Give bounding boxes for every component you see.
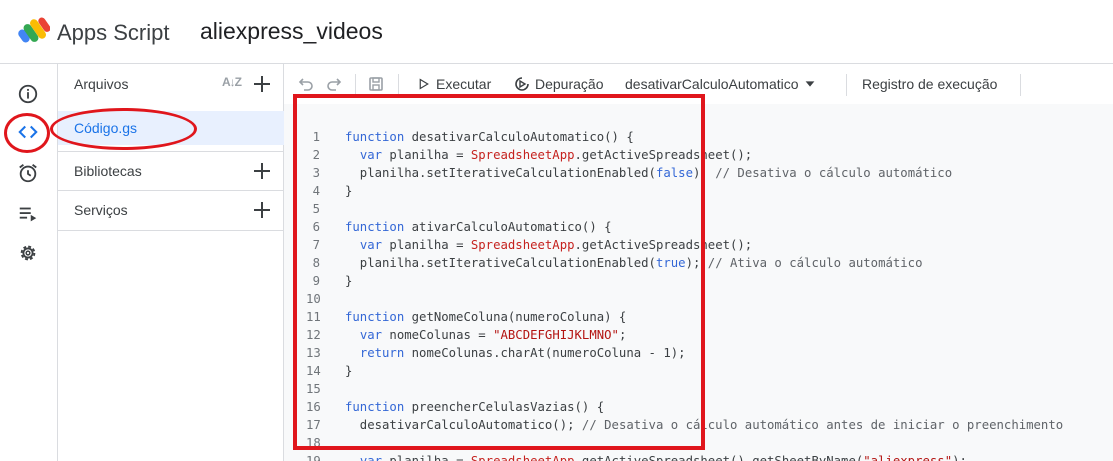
files-label: Arquivos xyxy=(74,76,129,92)
line-number: 18 xyxy=(306,436,321,450)
info-icon[interactable] xyxy=(16,82,40,106)
files-panel: Arquivos A↓Z Código.gs Bibliotecas Servi… xyxy=(58,64,284,461)
line-number: 7 xyxy=(312,238,320,252)
toolbar-divider xyxy=(355,74,356,96)
alarm-clock-icon[interactable] xyxy=(16,161,40,185)
code-text: var planilha = SpreadsheetApp.getActiveS… xyxy=(359,454,967,461)
code-text: var nomeColunas = "ABCDEFGHIJKLMNO"; xyxy=(359,328,627,342)
line-number: 12 xyxy=(306,328,321,342)
play-icon xyxy=(419,78,429,90)
files-header: Arquivos A↓Z xyxy=(58,64,283,104)
code-text: function getNomeColuna(numeroColuna) { xyxy=(345,310,627,324)
debug-label: Depuração xyxy=(535,76,604,92)
run-queue-icon[interactable] xyxy=(16,202,40,226)
save-button[interactable] xyxy=(368,74,384,94)
code-text: function desativarCalculoAutomatico() { xyxy=(345,130,634,144)
left-rail xyxy=(0,64,58,461)
file-item-codigo-gs[interactable]: Código.gs xyxy=(58,111,284,145)
libraries-row: Bibliotecas xyxy=(58,151,283,191)
line-number: 1 xyxy=(312,130,320,144)
function-select[interactable]: desativarCalculoAutomatico xyxy=(625,74,817,94)
debug-button[interactable]: Depuração xyxy=(514,74,604,94)
line-number: 4 xyxy=(312,184,320,198)
caret-down-icon xyxy=(805,81,814,87)
line-number: 13 xyxy=(306,346,321,360)
code-text: var planilha = SpreadsheetApp.getActiveS… xyxy=(359,148,753,162)
line-number: 17 xyxy=(306,418,321,432)
line-number: 10 xyxy=(306,292,321,306)
code-text: function preencherCelulasVazias() { xyxy=(345,400,605,414)
top-bar: Apps Script aliexpress_videos xyxy=(0,0,1113,64)
redo-icon xyxy=(327,78,342,91)
code-text: var planilha = SpreadsheetApp.getActiveS… xyxy=(359,238,753,252)
line-number: 8 xyxy=(312,256,320,270)
code-text: } xyxy=(345,274,353,288)
undo-icon xyxy=(298,78,313,91)
code-text: } xyxy=(345,364,353,378)
execution-log-label: Registro de execução xyxy=(862,76,998,92)
debug-icon xyxy=(515,77,529,91)
settings-gear-icon[interactable] xyxy=(16,241,40,265)
add-library-plus-icon[interactable] xyxy=(251,160,273,182)
line-number: 2 xyxy=(312,148,320,162)
libraries-label: Bibliotecas xyxy=(74,163,142,179)
toolbar-divider xyxy=(398,74,399,96)
toolbar-divider xyxy=(1020,74,1021,96)
line-number: 5 xyxy=(312,202,320,216)
add-file-plus-icon[interactable] xyxy=(251,73,273,95)
code-editor[interactable]: 1 function desativarCalculoAutomatico() {… xyxy=(284,104,1113,461)
run-label: Executar xyxy=(436,76,492,92)
project-name[interactable]: aliexpress_videos xyxy=(200,18,383,45)
line-number: 3 xyxy=(312,166,320,180)
apps-script-logo-icon[interactable] xyxy=(18,17,50,47)
code-text: planilha.setIterativeCalculationEnabled(… xyxy=(345,166,953,180)
line-number: 15 xyxy=(306,382,321,396)
redo-button[interactable] xyxy=(326,74,342,94)
line-number: 9 xyxy=(312,274,320,288)
line-number: 14 xyxy=(306,364,321,378)
line-number: 16 xyxy=(306,400,321,414)
code-text: return nomeColunas.charAt(numeroColuna -… xyxy=(359,346,686,360)
code-text: } xyxy=(345,184,353,198)
run-button[interactable]: Executar xyxy=(418,74,491,94)
services-row: Serviços xyxy=(58,190,283,230)
app-name[interactable]: Apps Script xyxy=(57,20,170,46)
code-text: desativarCalculoAutomatico(); // Desativ… xyxy=(345,418,1064,432)
code-icon[interactable] xyxy=(16,120,40,144)
sort-az-icon[interactable]: A↓Z xyxy=(222,75,242,89)
editor-toolbar: Executar Depuração desativarCalculoAutom… xyxy=(284,64,1113,104)
file-name: Código.gs xyxy=(74,120,138,136)
line-number: 19 xyxy=(306,454,321,461)
line-number: 6 xyxy=(312,220,320,234)
services-label: Serviços xyxy=(74,202,128,218)
execution-log-button[interactable]: Registro de execução xyxy=(862,74,997,94)
save-icon xyxy=(369,77,383,91)
function-select-value: desativarCalculoAutomatico xyxy=(625,76,799,92)
divider xyxy=(58,230,283,231)
line-number: 11 xyxy=(306,310,321,324)
add-service-plus-icon[interactable] xyxy=(251,199,273,221)
undo-button[interactable] xyxy=(298,74,314,94)
code-text: planilha.setIterativeCalculationEnabled(… xyxy=(345,256,923,270)
code-text: function ativarCalculoAutomatico() { xyxy=(345,220,612,234)
toolbar-divider xyxy=(846,74,847,96)
